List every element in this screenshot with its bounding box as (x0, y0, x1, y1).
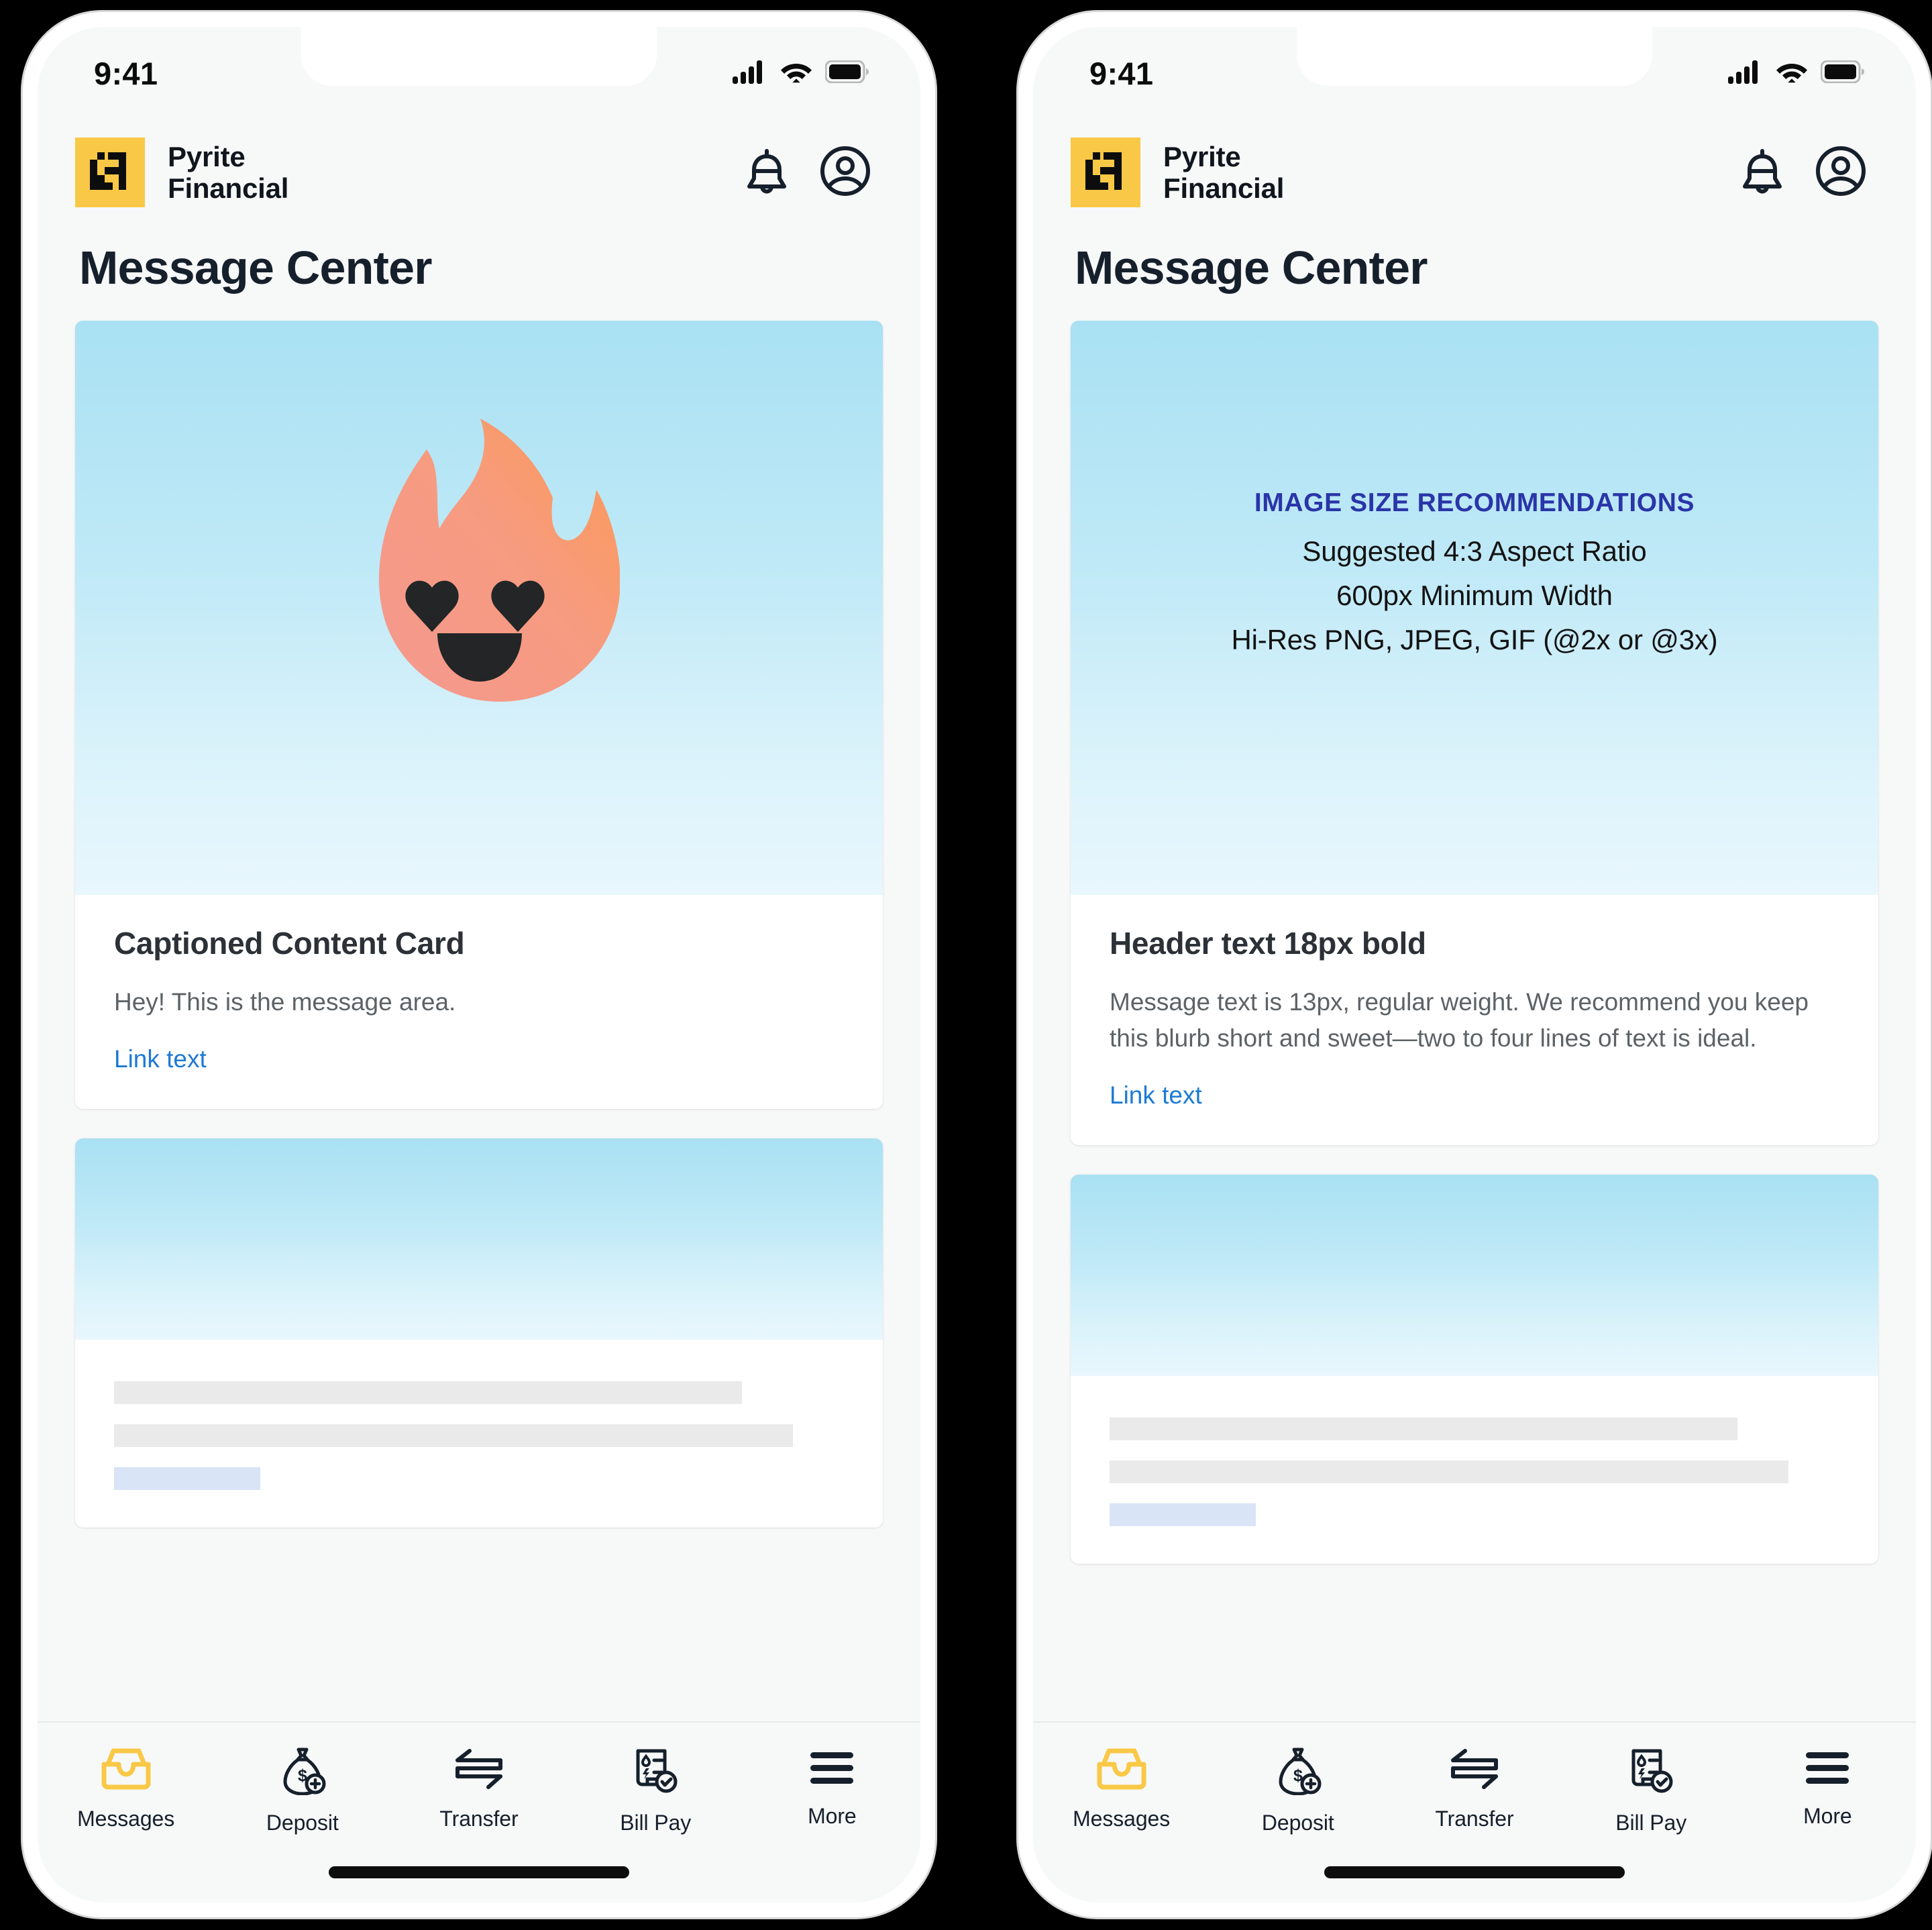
brand-name: Pyrite Financial (168, 140, 289, 204)
hamburger-menu-icon (1803, 1747, 1851, 1792)
bill-invoice-check-icon (631, 1747, 680, 1799)
money-bag-icon: $ (1274, 1747, 1322, 1799)
card-header-text: Header text 18px bold (1110, 926, 1426, 961)
card-body: Captioned Content Card Hey! This is the … (75, 895, 883, 1109)
cellular-signal-icon (1728, 60, 1763, 87)
tab-label: Messages (77, 1807, 175, 1831)
tab-more[interactable]: More (744, 1747, 920, 1827)
inbox-tray-icon (1095, 1747, 1148, 1794)
skeleton-line (114, 1424, 793, 1448)
skeleton-link (114, 1467, 260, 1491)
card-body: Header text 18px bold Message text is 13… (1071, 895, 1878, 1145)
message-card-captioned[interactable]: Captioned Content Card Hey! This is the … (75, 321, 883, 1110)
tab-transfer[interactable]: Transfer (1386, 1747, 1562, 1829)
skeleton-hero (75, 1138, 883, 1340)
status-time: 9:41 (94, 55, 158, 91)
tab-messages[interactable]: Messages (38, 1747, 214, 1829)
card-message-text: Message text is 13px, regular weight. We… (1110, 987, 1809, 1052)
skeleton-body (75, 1340, 883, 1527)
tab-label: Deposit (266, 1811, 339, 1835)
card-message-text: Hey! This is the message area. (114, 987, 456, 1016)
card-hero-image: IMAGE SIZE RECOMMENDATIONS Suggested 4:3… (1071, 321, 1878, 895)
battery-full-icon (1820, 60, 1865, 87)
status-bar: 9:41 (38, 27, 920, 109)
spec-line-aspect-ratio: Suggested 4:3 Aspect Ratio (1302, 535, 1647, 567)
app-header-actions (1739, 146, 1866, 200)
skeleton-body (1071, 1376, 1878, 1564)
account-circle-icon[interactable] (1815, 146, 1866, 200)
tab-more[interactable]: More (1739, 1747, 1916, 1827)
card-link[interactable]: Link text (1110, 1081, 1202, 1110)
skeleton-link (1110, 1503, 1256, 1527)
hamburger-menu-icon (808, 1747, 856, 1792)
brand-name: Pyrite Financial (1163, 140, 1285, 204)
status-icons (733, 49, 869, 87)
bell-icon[interactable] (743, 146, 790, 200)
message-list: IMAGE SIZE RECOMMENDATIONS Suggested 4:3… (1033, 321, 1916, 1721)
tab-transfer[interactable]: Transfer (390, 1747, 567, 1829)
tab-label: Bill Pay (620, 1811, 692, 1835)
pyrite-logo-mark (75, 138, 145, 207)
spec-line-formats: Hi-Res PNG, JPEG, GIF (@2x or @3x) (1231, 623, 1718, 655)
wifi-icon (780, 60, 813, 87)
status-bar: 9:41 (1033, 27, 1916, 109)
tab-bill-pay[interactable]: Bill Pay (1563, 1747, 1739, 1833)
phone-mockup-right: 9:41 Pyrite Financial Message Center IMA… (1018, 12, 1931, 1917)
tab-label: Transfer (1435, 1807, 1514, 1831)
skeleton-line (114, 1381, 742, 1405)
message-card-skeleton[interactable] (1071, 1175, 1878, 1564)
inbox-tray-icon (100, 1747, 152, 1794)
card-link[interactable]: Link text (114, 1044, 207, 1074)
message-list: Captioned Content Card Hey! This is the … (38, 321, 920, 1721)
wifi-icon (1775, 60, 1809, 87)
message-card-spec[interactable]: IMAGE SIZE RECOMMENDATIONS Suggested 4:3… (1071, 321, 1878, 1146)
tab-label: Deposit (1261, 1811, 1334, 1835)
flame-mascot-heart-eyes-icon (338, 412, 621, 804)
bell-icon[interactable] (1739, 146, 1786, 200)
card-hero-image (75, 321, 883, 895)
tab-label: Transfer (439, 1807, 519, 1831)
skeleton-hero (1071, 1175, 1878, 1377)
cellular-signal-icon (733, 60, 767, 87)
tab-label: Messages (1073, 1807, 1171, 1831)
transfer-arrows-icon (452, 1747, 506, 1794)
tab-deposit[interactable]: $ Deposit (1210, 1747, 1386, 1833)
tab-label: Bill Pay (1615, 1811, 1687, 1835)
app-header: Pyrite Financial (38, 109, 920, 236)
app-header-actions (743, 146, 871, 200)
skeleton-line (1110, 1417, 1737, 1441)
battery-full-icon (824, 60, 869, 87)
skeleton-line (1110, 1460, 1788, 1484)
tab-deposit[interactable]: $ Deposit (214, 1747, 390, 1833)
brand-lockup: Pyrite Financial (75, 138, 288, 207)
status-time: 9:41 (1089, 55, 1154, 91)
money-bag-icon: $ (278, 1747, 327, 1799)
tab-messages[interactable]: Messages (1033, 1747, 1210, 1829)
transfer-arrows-icon (1448, 1747, 1501, 1794)
spec-title: IMAGE SIZE RECOMMENDATIONS (1254, 488, 1695, 517)
card-header-text: Captioned Content Card (114, 926, 465, 961)
page-title: Message Center (79, 242, 433, 294)
pyrite-logo-mark (1071, 138, 1140, 207)
bill-invoice-check-icon (1627, 1747, 1675, 1799)
app-header: Pyrite Financial (1033, 109, 1916, 236)
brand-lockup: Pyrite Financial (1071, 138, 1284, 207)
tab-label: More (1803, 1804, 1852, 1828)
home-indicator[interactable] (1324, 1866, 1625, 1878)
tab-label: More (808, 1804, 857, 1828)
phone-mockup-left: 9:41 Pyrite Financial Message Center Cap… (23, 12, 935, 1917)
home-indicator[interactable] (329, 1866, 629, 1878)
account-circle-icon[interactable] (820, 146, 871, 200)
spec-line-min-width: 600px Minimum Width (1336, 579, 1613, 611)
image-size-recommendations: IMAGE SIZE RECOMMENDATIONS Suggested 4:3… (1232, 490, 1718, 654)
phone-screen-left: 9:41 Pyrite Financial Message Center Cap… (38, 27, 920, 1902)
tab-bill-pay[interactable]: Bill Pay (568, 1747, 744, 1833)
phone-screen-right: 9:41 Pyrite Financial Message Center IMA… (1033, 27, 1916, 1902)
message-card-skeleton[interactable] (75, 1138, 883, 1528)
status-icons (1728, 49, 1865, 87)
dual-phone-mockup: 9:41 Pyrite Financial Message Center Cap… (0, 0, 1932, 1930)
page-title: Message Center (1075, 242, 1428, 294)
